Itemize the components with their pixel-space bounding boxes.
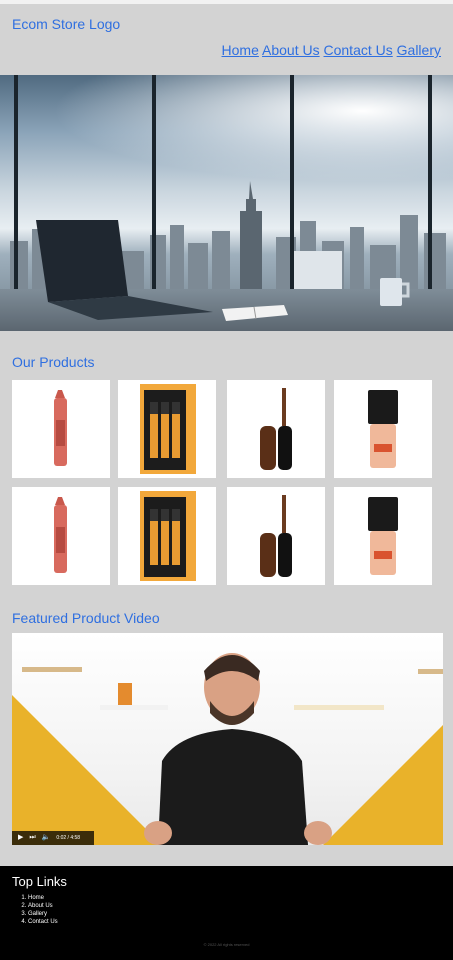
product-card[interactable] <box>334 380 432 478</box>
next-icon[interactable]: ⏭ <box>29 831 35 845</box>
brush-set-image <box>140 491 196 581</box>
video-controls: ▶ ⏭ 🔈 0:02 / 4:58 <box>12 831 94 845</box>
nav-home-link[interactable]: Home <box>222 42 259 58</box>
products-heading: Our Products <box>12 354 95 370</box>
window-frame <box>428 75 432 291</box>
product-card[interactable] <box>334 487 432 585</box>
brush-set-image <box>140 384 196 474</box>
window-frame <box>290 75 294 291</box>
product-card[interactable] <box>12 380 110 478</box>
page-footer: Top Links Home About Us Gallery Contact … <box>0 866 453 960</box>
product-card[interactable] <box>12 487 110 585</box>
foundation-bottle-image <box>368 497 398 575</box>
nav-about-link[interactable]: About Us <box>262 42 320 58</box>
product-card[interactable] <box>227 380 325 478</box>
product-card[interactable] <box>118 380 216 478</box>
footer-title: Top Links <box>12 874 67 889</box>
play-icon[interactable]: ▶ <box>18 831 23 845</box>
hero-banner-image <box>0 75 453 331</box>
window-frame <box>14 75 18 291</box>
footer-link-about[interactable]: About Us <box>28 902 58 910</box>
notebook-illustration <box>222 305 288 321</box>
laptop-illustration <box>36 220 213 320</box>
hero-sky <box>0 75 453 195</box>
footer-link-contact[interactable]: Contact Us <box>28 918 58 926</box>
mug-illustration <box>380 278 410 306</box>
volume-icon[interactable]: 🔈 <box>42 831 51 845</box>
video-time: 0:02 / 4:58 <box>56 835 81 841</box>
product-card[interactable] <box>118 487 216 585</box>
product-card[interactable] <box>227 487 325 585</box>
copyright-text: © 2022 All rights reserved <box>203 942 250 947</box>
nav-gallery-link[interactable]: Gallery <box>397 42 441 58</box>
nav-contact-link[interactable]: Contact Us <box>324 42 393 58</box>
featured-video-player[interactable]: ▶ ⏭ 🔈 0:02 / 4:58 <box>12 633 443 845</box>
lip-gloss-image <box>260 495 292 577</box>
lip-gloss-image <box>260 388 292 470</box>
footer-link-home[interactable]: Home <box>28 894 58 902</box>
lipstick-crayon-image <box>54 390 67 466</box>
presenter-figure <box>144 653 332 845</box>
footer-links: Home About Us Gallery Contact Us <box>28 894 58 926</box>
foundation-bottle-image <box>368 390 398 468</box>
top-strip <box>0 0 453 4</box>
main-nav: Home About Us Contact Us Gallery <box>222 42 441 58</box>
store-logo[interactable]: Ecom Store Logo <box>12 16 120 32</box>
video-heading: Featured Product Video <box>12 610 160 626</box>
lipstick-crayon-image <box>54 497 67 573</box>
footer-link-gallery[interactable]: Gallery <box>28 910 58 918</box>
